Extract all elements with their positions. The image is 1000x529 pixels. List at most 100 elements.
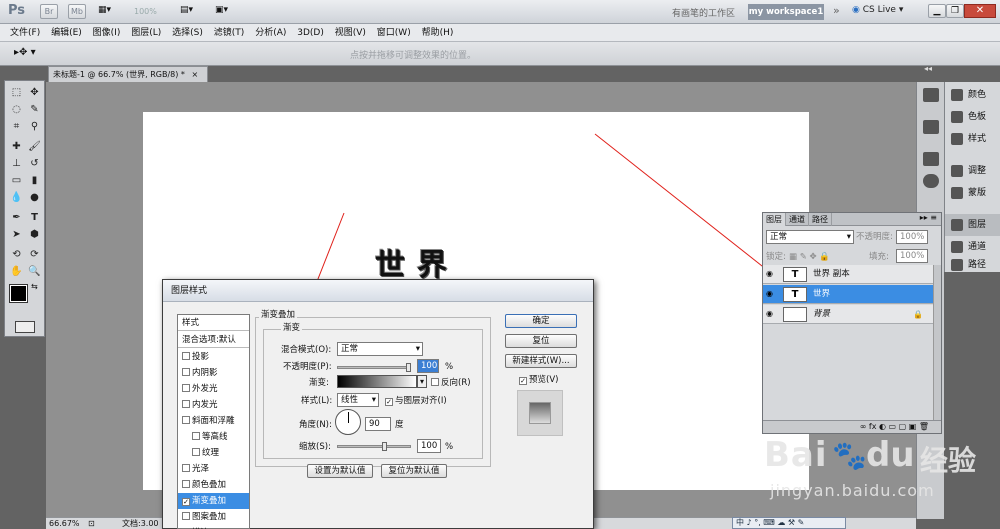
dock-masks[interactable]: 蒙版 [945, 182, 1000, 204]
checkbox[interactable] [182, 400, 190, 408]
chevron-down-icon: ▾ [846, 232, 851, 242]
checkbox[interactable] [182, 368, 190, 376]
watermark-cn: 经验 [920, 444, 977, 477]
ime-toolbar[interactable]: 中 ♪ °, ⌨ ☁ ⚒ ✎ [732, 517, 846, 529]
adjustments-icon [951, 164, 963, 177]
blend-mode-value: 正常 [341, 344, 359, 354]
watermark-brand: Bai [764, 435, 828, 475]
dock-channels[interactable]: 通道 [945, 236, 1000, 258]
align-checkbox[interactable]: ✓ 与图层对齐(I) [385, 395, 447, 407]
checkbox[interactable] [182, 352, 190, 360]
style-color-overlay[interactable]: 颜色叠加 [178, 477, 249, 493]
tab-paths[interactable]: 路径 [809, 213, 832, 226]
document-size-status: 文档:3.00 [122, 519, 159, 528]
style-pattern-overlay[interactable]: 图案叠加 [178, 509, 249, 525]
checkbox[interactable] [182, 416, 190, 424]
style-inner-shadow[interactable]: 内阴影 [178, 365, 249, 381]
fill-field[interactable]: 100% [896, 249, 928, 263]
scale-field[interactable]: 100 [417, 439, 441, 453]
scale-slider[interactable] [337, 442, 411, 451]
blend-mode-label: 混合模式(O): [281, 345, 332, 355]
checkbox-checked[interactable]: ✓ [182, 498, 190, 506]
checkbox[interactable] [182, 480, 190, 488]
layers-panel: 图层 通道 路径 ▸▸ ≡ 正常 ▾ 不透明度: 100% 锁定: ▦ ✎ ✥ 🔒 填… [762, 212, 942, 434]
dock-styles[interactable]: 样式 [945, 128, 1000, 150]
opacity-field[interactable]: 100 [417, 359, 439, 373]
dock-swatches[interactable]: 色板 [945, 106, 1000, 128]
blend-mode-select[interactable]: 正常 ▾ [337, 342, 423, 356]
watermark-url: jingyan.baidu.com [770, 481, 935, 500]
histogram-icon[interactable] [923, 152, 939, 166]
reset-default-button[interactable]: 复位为默认值 [381, 464, 447, 478]
watermark-brand-2: du [866, 435, 915, 475]
lock-icons[interactable]: ▦ ✎ ✥ 🔒 [789, 251, 830, 263]
visibility-eye-icon[interactable]: ◉ [766, 310, 776, 318]
visibility-eye-icon[interactable]: ◉ [766, 290, 776, 298]
layers-scrollbar[interactable] [933, 265, 941, 420]
ok-button[interactable]: 确定 [505, 314, 577, 328]
blending-options[interactable]: 混合选项:默认 [178, 332, 249, 348]
style-inner-glow[interactable]: 内发光 [178, 397, 249, 413]
dock-layers-label: 图层 [968, 220, 987, 230]
layer-thumbnail [783, 307, 807, 322]
minibridge-icon[interactable] [923, 88, 939, 102]
style-stroke[interactable]: 描边 [178, 525, 249, 529]
gradient-picker[interactable] [337, 375, 417, 388]
status-icon[interactable]: ⊡ [88, 518, 95, 529]
angle-dial[interactable] [335, 409, 361, 435]
subgroup-title: 渐变 [281, 322, 303, 334]
gradient-dropdown-chevron-icon[interactable]: ▾ [417, 375, 427, 388]
checkbox[interactable] [182, 464, 190, 472]
set-default-button[interactable]: 设置为默认值 [307, 464, 373, 478]
style-texture[interactable]: 纹理 [178, 445, 249, 461]
dock-color[interactable]: 颜色 [945, 84, 1000, 106]
checkbox[interactable] [192, 432, 200, 440]
visibility-eye-icon[interactable]: ◉ [766, 270, 776, 278]
checkbox[interactable] [431, 378, 439, 386]
dock-color-label: 颜色 [968, 90, 987, 100]
checkbox-checked[interactable]: ✓ [519, 377, 527, 385]
reset-button[interactable]: 复位 [505, 334, 577, 348]
gradient-style-select[interactable]: 线性 ▾ [337, 393, 379, 407]
layer-row[interactable]: ◉ 背景 🔒 [763, 305, 933, 324]
layer-blend-mode-select[interactable]: 正常 ▾ [766, 230, 854, 244]
dock-layers[interactable]: 图层 [945, 214, 1000, 236]
layer-footer-icons[interactable]: ∞ fx ◐ ▭ ▢ ▣ 🗑 [860, 422, 929, 431]
new-style-button[interactable]: 新建样式(W)... [505, 354, 577, 368]
zoom-status[interactable]: 66.67% [49, 518, 80, 529]
degree-label: 度 [395, 420, 404, 430]
history-icon[interactable] [923, 120, 939, 134]
dock-paths[interactable]: 路径 [945, 258, 1000, 272]
layer-row-selected[interactable]: ◉ T 世界 [763, 285, 933, 304]
style-bevel-emboss[interactable]: 斜面和浮雕 [178, 413, 249, 429]
checkbox[interactable] [182, 512, 190, 520]
opacity-slider-knob[interactable] [406, 363, 411, 372]
style-contour[interactable]: 等高线 [178, 429, 249, 445]
tab-layers[interactable]: 图层 [763, 213, 786, 226]
dock-adjustments[interactable]: 调整 [945, 160, 1000, 182]
angle-field[interactable]: 90 [365, 417, 391, 431]
checkbox-checked[interactable]: ✓ [385, 398, 393, 406]
layer-row[interactable]: ◉ T 世界 副本 [763, 265, 933, 284]
style-item-label: 光泽 [192, 464, 210, 474]
gradient-style-value: 线性 [341, 395, 359, 405]
style-outer-glow[interactable]: 外发光 [178, 381, 249, 397]
layer-name: 世界 副本 [813, 269, 850, 279]
scale-slider-knob[interactable] [382, 442, 387, 451]
layer-opacity-field[interactable]: 100% [896, 230, 928, 244]
styles-header[interactable]: 样式 [178, 315, 249, 331]
opacity-slider[interactable] [337, 363, 411, 372]
tab-channels[interactable]: 通道 [786, 213, 809, 226]
styles-icon [951, 132, 963, 145]
info-icon[interactable] [923, 174, 939, 188]
reverse-checkbox[interactable]: 反向(R) [431, 377, 471, 389]
preview-checkbox[interactable]: ✓ 预览(V) [519, 374, 558, 386]
style-gradient-overlay[interactable]: ✓ 渐变叠加 [178, 493, 249, 509]
masks-icon [951, 186, 963, 199]
checkbox[interactable] [182, 384, 190, 392]
panel-menu-icon[interactable]: ▸▸ ≡ [920, 213, 937, 222]
style-satin[interactable]: 光泽 [178, 461, 249, 477]
dock-collapse-icon[interactable]: ◂◂ [924, 64, 942, 74]
style-drop-shadow[interactable]: 投影 [178, 349, 249, 365]
checkbox[interactable] [192, 448, 200, 456]
